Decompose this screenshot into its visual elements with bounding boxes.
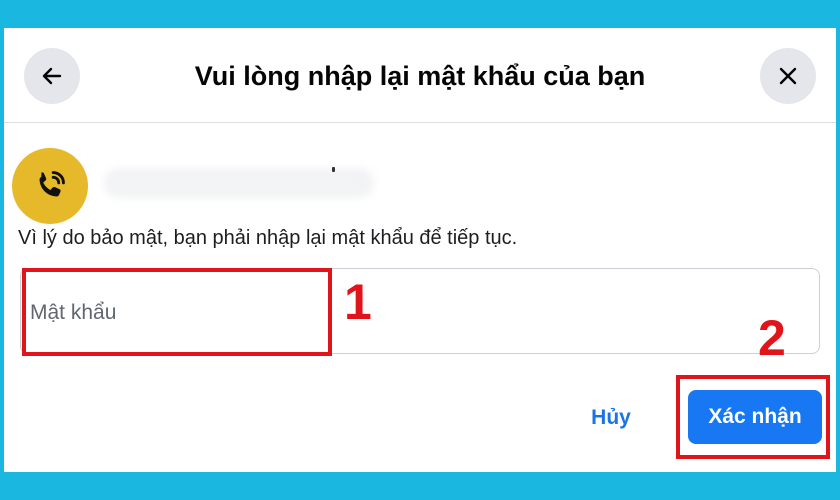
back-button[interactable] [24,48,80,104]
dialog-header: Vui lòng nhập lại mật khẩu của bạn [4,28,836,122]
phone-call-icon [39,171,65,197]
close-icon [779,67,797,85]
bottom-frame-bar [0,472,840,500]
step-2-label: 2 [758,310,786,366]
arrow-left-icon [42,67,62,85]
security-instruction: Vì lý do bảo mật, bạn phải nhập lại mật … [18,227,518,249]
dialog-title: Vui lòng nhập lại mật khẩu của bạn [194,61,646,91]
avatar [12,148,88,224]
header-divider [4,122,836,123]
close-button[interactable] [760,48,816,104]
step-2-highlight [676,375,830,459]
step-1-highlight [22,268,332,356]
blurred-account-name [104,168,374,198]
reenter-password-dialog: Vui lòng nhập lại mật khẩu của bạn Vì lý… [4,28,836,472]
cancel-button[interactable]: Hủy [578,396,644,440]
name-dot [332,167,335,172]
step-1-label: 1 [344,274,372,330]
top-frame-bar [0,0,840,28]
